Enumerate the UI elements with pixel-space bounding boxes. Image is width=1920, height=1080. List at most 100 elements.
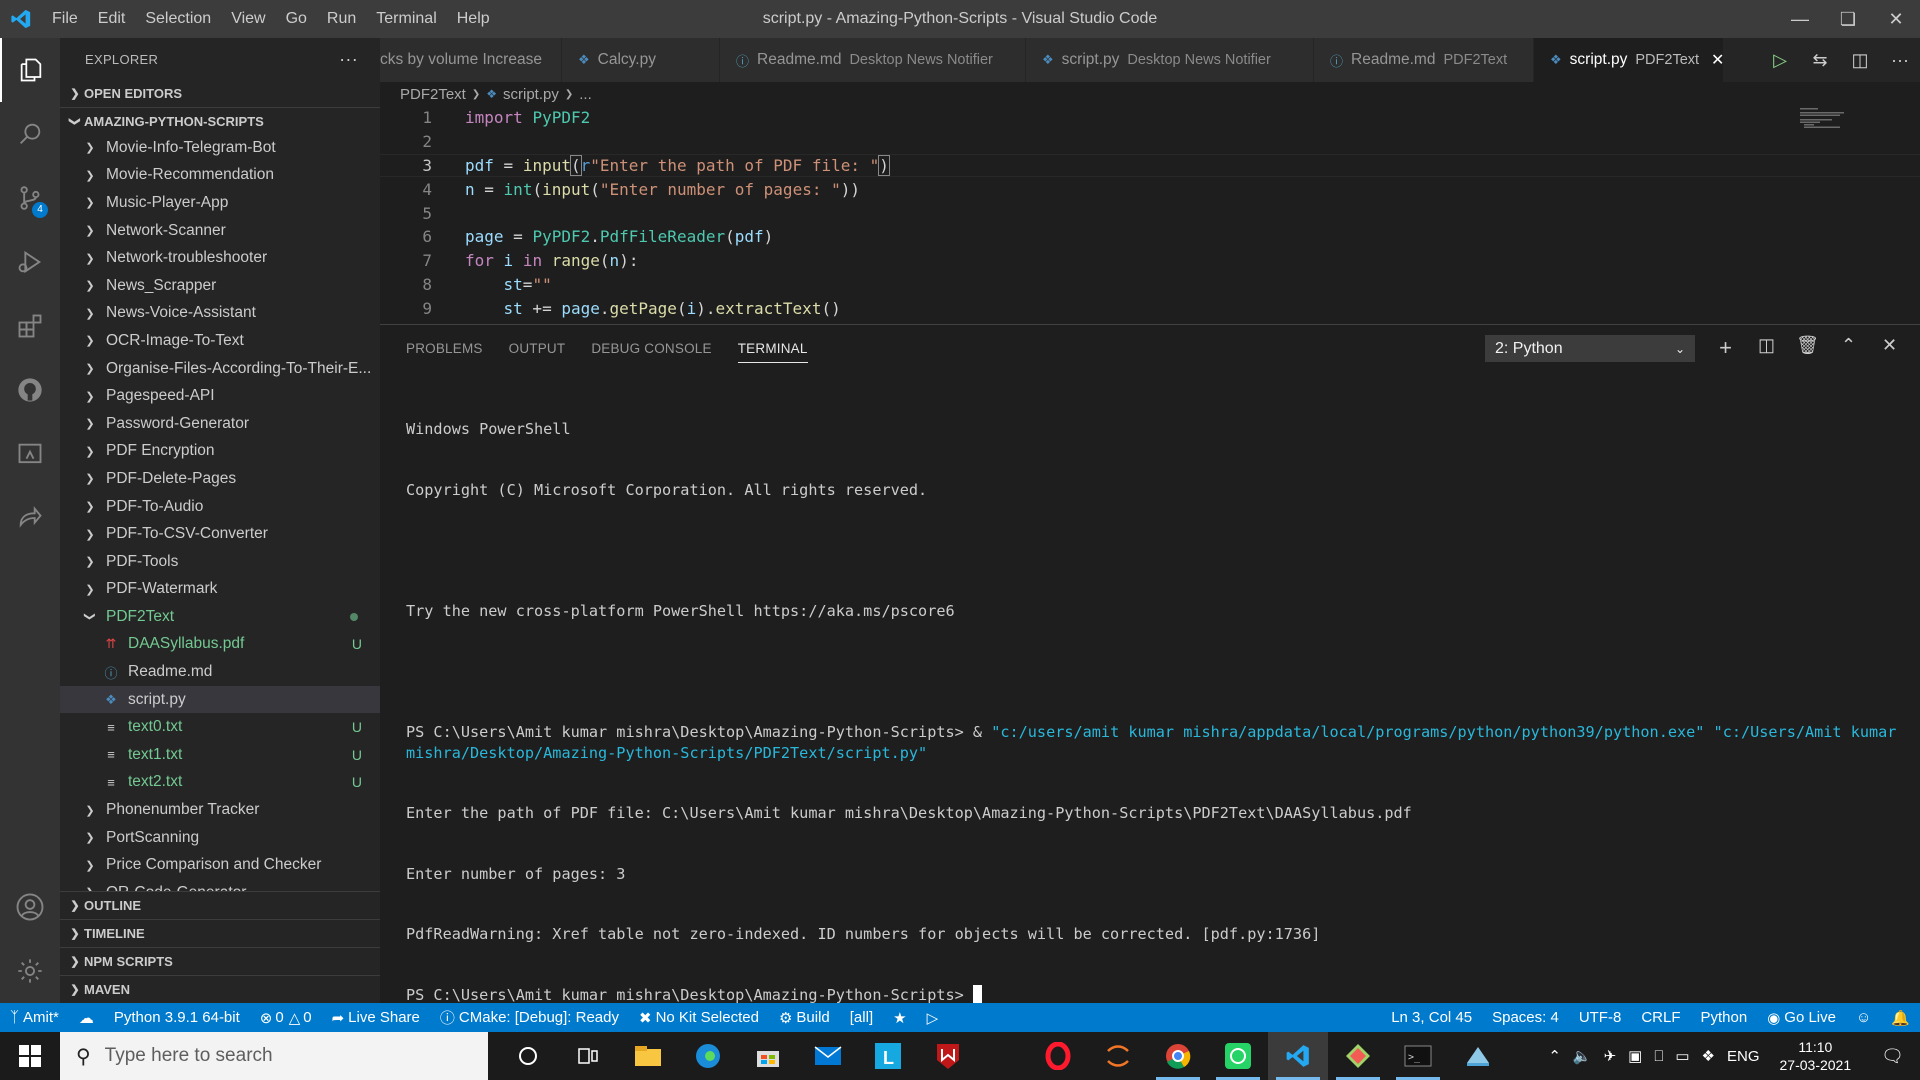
restore-button[interactable]: ❏ [1824,0,1872,38]
tab-output[interactable]: OUTPUT [509,325,566,372]
tab[interactable]: ❖ script.py Desktop News Notifier [1026,38,1314,82]
search-icon[interactable] [0,102,60,166]
menu-help[interactable]: Help [447,0,500,38]
chrome-icon[interactable] [1148,1032,1208,1080]
windows-start-icon[interactable] [0,1032,60,1080]
run-icon[interactable]: ▷ [917,1009,949,1027]
cmake-status[interactable]: ⓘ CMake: [Debug]: Ready [430,1007,629,1028]
tree-folder[interactable]: ❯ Network-troubleshooter [60,244,380,272]
live-share-icon[interactable] [0,486,60,550]
close-window-button[interactable]: ✕ [1872,0,1920,38]
dropbox-icon[interactable]: ❖ [1696,1047,1721,1065]
open-changes-icon[interactable]: ⇆ [1800,50,1840,71]
terminal-output[interactable]: Windows PowerShell Copyright (C) Microso… [406,379,1900,1046]
cursor-position[interactable]: Ln 3, Col 45 [1381,1009,1482,1026]
airplane-icon[interactable]: ✈ [1598,1047,1623,1065]
source-control-icon[interactable]: 4 [0,166,60,230]
tree-folder[interactable]: ❯ PDF Encryption [60,438,380,466]
menu-view[interactable]: View [221,0,275,38]
npm-scripts-section[interactable]: ❯ NPM SCRIPTS [60,947,380,975]
github-icon[interactable] [0,358,60,422]
feedback-icon[interactable]: ☺ [1846,1009,1881,1026]
task-view-icon[interactable] [558,1032,618,1080]
debug-icon[interactable]: ★ [883,1009,916,1027]
run-debug-icon[interactable] [0,230,60,294]
more-actions-icon[interactable]: ··· [339,49,358,70]
clock[interactable]: 11:10 27-03-2021 [1766,1038,1866,1074]
tree-folder[interactable]: ❯ Organise-Files-According-To-Their-E... [60,355,380,383]
settings-gear-icon[interactable] [0,939,60,1003]
minimize-button[interactable]: — [1776,0,1824,38]
tree-file[interactable]: ❖ script.py [60,685,380,714]
tree-file[interactable]: ≡ text1.txt U [60,741,380,769]
run-python-file-icon[interactable]: ▷ [1760,50,1800,71]
tree-folder[interactable]: ❯ PDF-Tools [60,548,380,576]
close-panel-icon[interactable]: ✕ [1869,335,1910,361]
tab-problems[interactable]: PROBLEMS [406,325,483,372]
menu-run[interactable]: Run [317,0,366,38]
battery-icon[interactable]: ▭ [1669,1047,1695,1065]
outline-section[interactable]: ❯ OUTLINE [60,891,380,919]
tree-folder[interactable]: ❯ News-Voice-Assistant [60,300,380,328]
tab[interactable]: ⓘ Readme.md PDF2Text [1314,38,1534,82]
language-indicator[interactable]: ENG [1721,1048,1766,1065]
l-app-icon[interactable]: L [858,1032,918,1080]
line-ending[interactable]: CRLF [1631,1009,1690,1026]
vscode-taskbar-icon[interactable] [1268,1032,1328,1080]
tree-folder[interactable]: ❯ PDF-Delete-Pages [60,465,380,493]
extensions-icon[interactable] [0,294,60,358]
kit-status[interactable]: ✖ No Kit Selected [629,1009,769,1027]
tab[interactable]: ❖ Calcy.py [562,38,720,82]
menu-go[interactable]: Go [276,0,317,38]
tab-active[interactable]: ❖ script.py PDF2Text ✕ [1534,38,1724,82]
mcafee-icon[interactable] [918,1032,978,1080]
taskbar-search-box[interactable]: ⚲ Type here to search [60,1032,488,1080]
breadcrumb-symbol[interactable]: ... [579,86,592,103]
tree-folder[interactable]: ❯ PortScanning [60,824,380,852]
python-interpreter[interactable]: Python 3.9.1 64-bit [104,1009,250,1026]
mail-icon[interactable] [798,1032,858,1080]
terminal-select[interactable]: 2: Python ⌄ [1485,335,1695,362]
close-tab-icon[interactable]: ✕ [1711,50,1724,70]
tree-folder[interactable]: ❯ OCR-Image-To-Text [60,327,380,355]
menu-terminal[interactable]: Terminal [366,0,446,38]
menu-edit[interactable]: Edit [88,0,136,38]
file-explorer-icon[interactable] [618,1032,678,1080]
language-mode[interactable]: Python [1690,1009,1757,1026]
build-target[interactable]: [all] [840,1009,883,1026]
tree-folder[interactable]: ❯ PDF-To-CSV-Converter [60,520,380,548]
tab-debug-console[interactable]: DEBUG CONSOLE [591,325,711,372]
breadcrumb-folder[interactable]: PDF2Text [400,86,466,103]
account-icon[interactable] [0,875,60,939]
notifications-icon[interactable]: 🔔 [1881,1009,1920,1027]
chevron-up-icon[interactable]: ⌃ [1542,1047,1567,1065]
split-terminal-icon[interactable]: ◫ [1746,335,1787,361]
code-editor[interactable]: 1 import PyPDF2 2 3 pdf = input(r"Enter th… [380,106,1920,324]
minimap[interactable] [1800,106,1890,146]
workspace-section[interactable]: ❯ AMAZING-PYTHON-SCRIPTS [60,107,380,134]
paint-app-icon[interactable] [1448,1032,1508,1080]
menu-selection[interactable]: Selection [135,0,221,38]
kill-terminal-icon[interactable]: 🗑 [1787,335,1828,361]
tree-folder[interactable]: ❯ Music-Player-App [60,189,380,217]
maven-section[interactable]: ❯ MAVEN [60,975,380,1003]
tree-folder[interactable]: ❯ Phonenumber Tracker [60,796,380,824]
timeline-section[interactable]: ❯ TIMELINE [60,919,380,947]
new-terminal-icon[interactable]: + [1705,335,1746,361]
open-editors-section[interactable]: ❯ OPEN EDITORS [60,80,380,107]
menu-file[interactable]: File [42,0,88,38]
breadcrumb-file[interactable]: script.py [503,86,559,103]
tree-folder[interactable]: ❯ Password-Generator [60,410,380,438]
encoding[interactable]: UTF-8 [1569,1009,1632,1026]
explorer-icon[interactable] [0,38,60,102]
tree-folder[interactable]: ❯ Network-Scanner [60,217,380,245]
remote-explorer-icon[interactable] [0,422,60,486]
tree-folder[interactable]: ❯ Movie-Recommendation [60,162,380,190]
whatsapp-icon[interactable] [1208,1032,1268,1080]
display-icon[interactable]: ⎕ [1648,1048,1669,1065]
tab[interactable]: ⓘ Readme.md Desktop News Notifier [720,38,1026,82]
device-icon[interactable]: ▣ [1622,1047,1648,1065]
cortana-icon[interactable] [498,1032,558,1080]
tree-folder[interactable]: ❯ News_Scrapper [60,272,380,300]
tree-folder-open[interactable]: ❯ PDF2Text [60,603,380,631]
